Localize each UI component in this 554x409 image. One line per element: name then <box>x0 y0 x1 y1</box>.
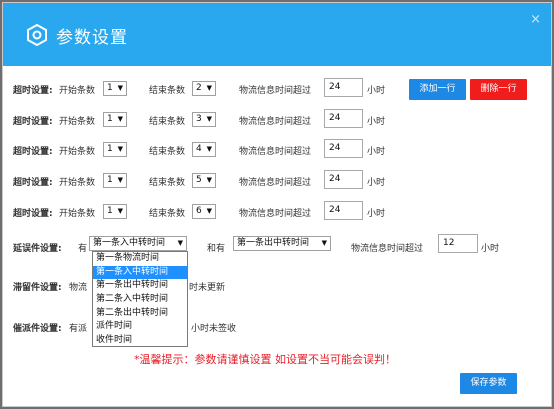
dropdown-option[interactable]: 第一条出中转时间 <box>93 279 187 293</box>
logistics-time-text: 物流信息时间超过 <box>239 209 312 219</box>
end-count-select[interactable]: 6 ▼ <box>192 204 216 219</box>
start-count-value: 1 <box>107 114 113 124</box>
delay-event-select-value: 第一条入中转时间 <box>93 238 166 248</box>
chevron-down-icon: ▼ <box>206 115 212 123</box>
end-count-value: 4 <box>196 144 202 154</box>
timeout-label: 超时设置: <box>13 178 53 188</box>
hours-unit-text: 小时 <box>367 147 386 157</box>
chevron-down-icon: ▼ <box>117 176 123 184</box>
chevron-down-icon: ▼ <box>206 145 212 153</box>
dropdown-option[interactable]: 收件时间 <box>93 334 187 348</box>
hours-unit-text: 小时 <box>367 86 386 96</box>
dialog-header: 参数设置 × <box>3 3 551 66</box>
start-count-value: 1 <box>107 206 113 216</box>
logistics-time-text: 物流信息时间超过 <box>239 117 312 127</box>
delay-event-dropdown-list: 第一条物流时间 第一条入中转时间 第一条出中转时间 第二条入中转时间 第二条出中转时间派… <box>92 251 188 347</box>
end-count-select[interactable]: 3 ▼ <box>192 112 216 127</box>
start-count-select[interactable]: 1 ▼ <box>103 81 127 96</box>
start-count-value: 1 <box>107 175 113 185</box>
chevron-down-icon: ▼ <box>206 207 212 215</box>
delay-label: 延误件设置: <box>13 244 62 254</box>
chevron-down-icon: ▼ <box>206 84 212 92</box>
start-count-select[interactable]: 1 ▼ <box>103 112 127 127</box>
urge-label: 催派件设置: <box>13 324 62 334</box>
start-count-select[interactable]: 1 ▼ <box>103 173 127 188</box>
urge-text: 有派 <box>69 324 88 334</box>
delay-event2-select-value: 第一条出中转时间 <box>237 238 310 248</box>
chevron-down-icon: ▼ <box>117 145 123 153</box>
dropdown-option[interactable]: 派件时间 <box>93 320 187 334</box>
warning-text: *温馨提示：参数请谨慎设置 如设置不当可能会误判！ <box>134 353 396 366</box>
end-count-text: 结束条数 <box>149 86 186 96</box>
dropdown-option[interactable]: 第一条物流时间 <box>93 252 187 266</box>
start-count-text: 开始条数 <box>59 178 96 188</box>
start-count-text: 开始条数 <box>59 86 96 96</box>
end-count-value: 5 <box>196 175 202 185</box>
stagnant-label: 滞留件设置: <box>13 283 62 293</box>
end-count-text: 结束条数 <box>149 147 186 157</box>
end-count-value: 3 <box>196 114 202 124</box>
timeout-label: 超时设置: <box>13 209 53 219</box>
start-count-value: 1 <box>107 144 113 154</box>
start-count-value: 1 <box>107 83 113 93</box>
urge-suffix: 小时未签收 <box>191 324 237 334</box>
delay-logistics-text: 物流信息时间超过 <box>351 244 424 254</box>
start-count-select[interactable]: 1 ▼ <box>103 204 127 219</box>
logistics-time-text: 物流信息时间超过 <box>239 86 312 96</box>
hours-input[interactable]: 24 <box>324 170 363 189</box>
hours-unit-text: 小时 <box>367 117 386 127</box>
close-icon[interactable]: × <box>530 12 541 27</box>
delay-has-text: 有 <box>78 244 88 254</box>
timeout-label: 超时设置: <box>13 147 53 157</box>
end-count-select[interactable]: 2 ▼ <box>192 81 216 96</box>
hours-unit-text: 小时 <box>367 209 386 219</box>
delay-hours-unit: 小时 <box>481 244 500 254</box>
end-count-text: 结束条数 <box>149 117 186 127</box>
timeout-label: 超时设置: <box>13 86 53 96</box>
end-count-select[interactable]: 4 ▼ <box>192 142 216 157</box>
dropdown-option[interactable]: 第二条入中转时间 <box>93 293 187 307</box>
chevron-down-icon: ▼ <box>117 115 123 123</box>
end-count-value: 6 <box>196 206 202 216</box>
dropdown-option[interactable]: 第一条入中转时间 <box>93 265 187 280</box>
parameter-settings-dialog: 参数设置 × 超时设置: 开始条数 1 ▼ 结束条数 2 ▼ 物流信息时间超过 24 小时 超时设置… <box>2 2 552 407</box>
save-button[interactable]: 保存参数 <box>460 373 517 394</box>
dropdown-option[interactable]: 第二条出中转时间 <box>93 307 187 321</box>
chevron-down-icon: ▼ <box>117 84 123 92</box>
start-count-text: 开始条数 <box>59 147 96 157</box>
hours-input[interactable]: 24 <box>324 139 363 158</box>
add-row-button[interactable]: 添加一行 <box>409 79 466 100</box>
delete-row-button[interactable]: 删除一行 <box>470 79 527 100</box>
chevron-down-icon: ▼ <box>117 207 123 215</box>
delay-and-text: 和有 <box>207 244 226 254</box>
start-count-text: 开始条数 <box>59 117 96 127</box>
chevron-down-icon: ▼ <box>177 239 183 247</box>
delay-event-select[interactable]: 第一条入中转时间 ▼ <box>89 236 187 251</box>
hours-input[interactable]: 24 <box>324 78 363 97</box>
logistics-time-text: 物流信息时间超过 <box>239 147 312 157</box>
timeout-label: 超时设置: <box>13 117 53 127</box>
stagnant-text: 物流 <box>69 283 88 293</box>
dialog-title: 参数设置 <box>56 28 128 48</box>
delay-event2-select[interactable]: 第一条出中转时间 ▼ <box>233 236 331 251</box>
logistics-time-text: 物流信息时间超过 <box>239 178 312 188</box>
end-count-select[interactable]: 5 ▼ <box>192 173 216 188</box>
end-count-text: 结束条数 <box>149 209 186 219</box>
hexagon-settings-icon <box>27 24 47 46</box>
end-count-text: 结束条数 <box>149 178 186 188</box>
delay-hours-input[interactable]: 12 <box>438 234 478 253</box>
hours-unit-text: 小时 <box>367 178 386 188</box>
hours-input[interactable]: 24 <box>324 109 363 128</box>
hours-input[interactable]: 24 <box>324 201 363 220</box>
start-count-select[interactable]: 1 ▼ <box>103 142 127 157</box>
stagnant-suffix: 时未更新 <box>189 283 226 293</box>
chevron-down-icon: ▼ <box>206 176 212 184</box>
end-count-value: 2 <box>196 83 202 93</box>
start-count-text: 开始条数 <box>59 209 96 219</box>
chevron-down-icon: ▼ <box>321 239 327 247</box>
